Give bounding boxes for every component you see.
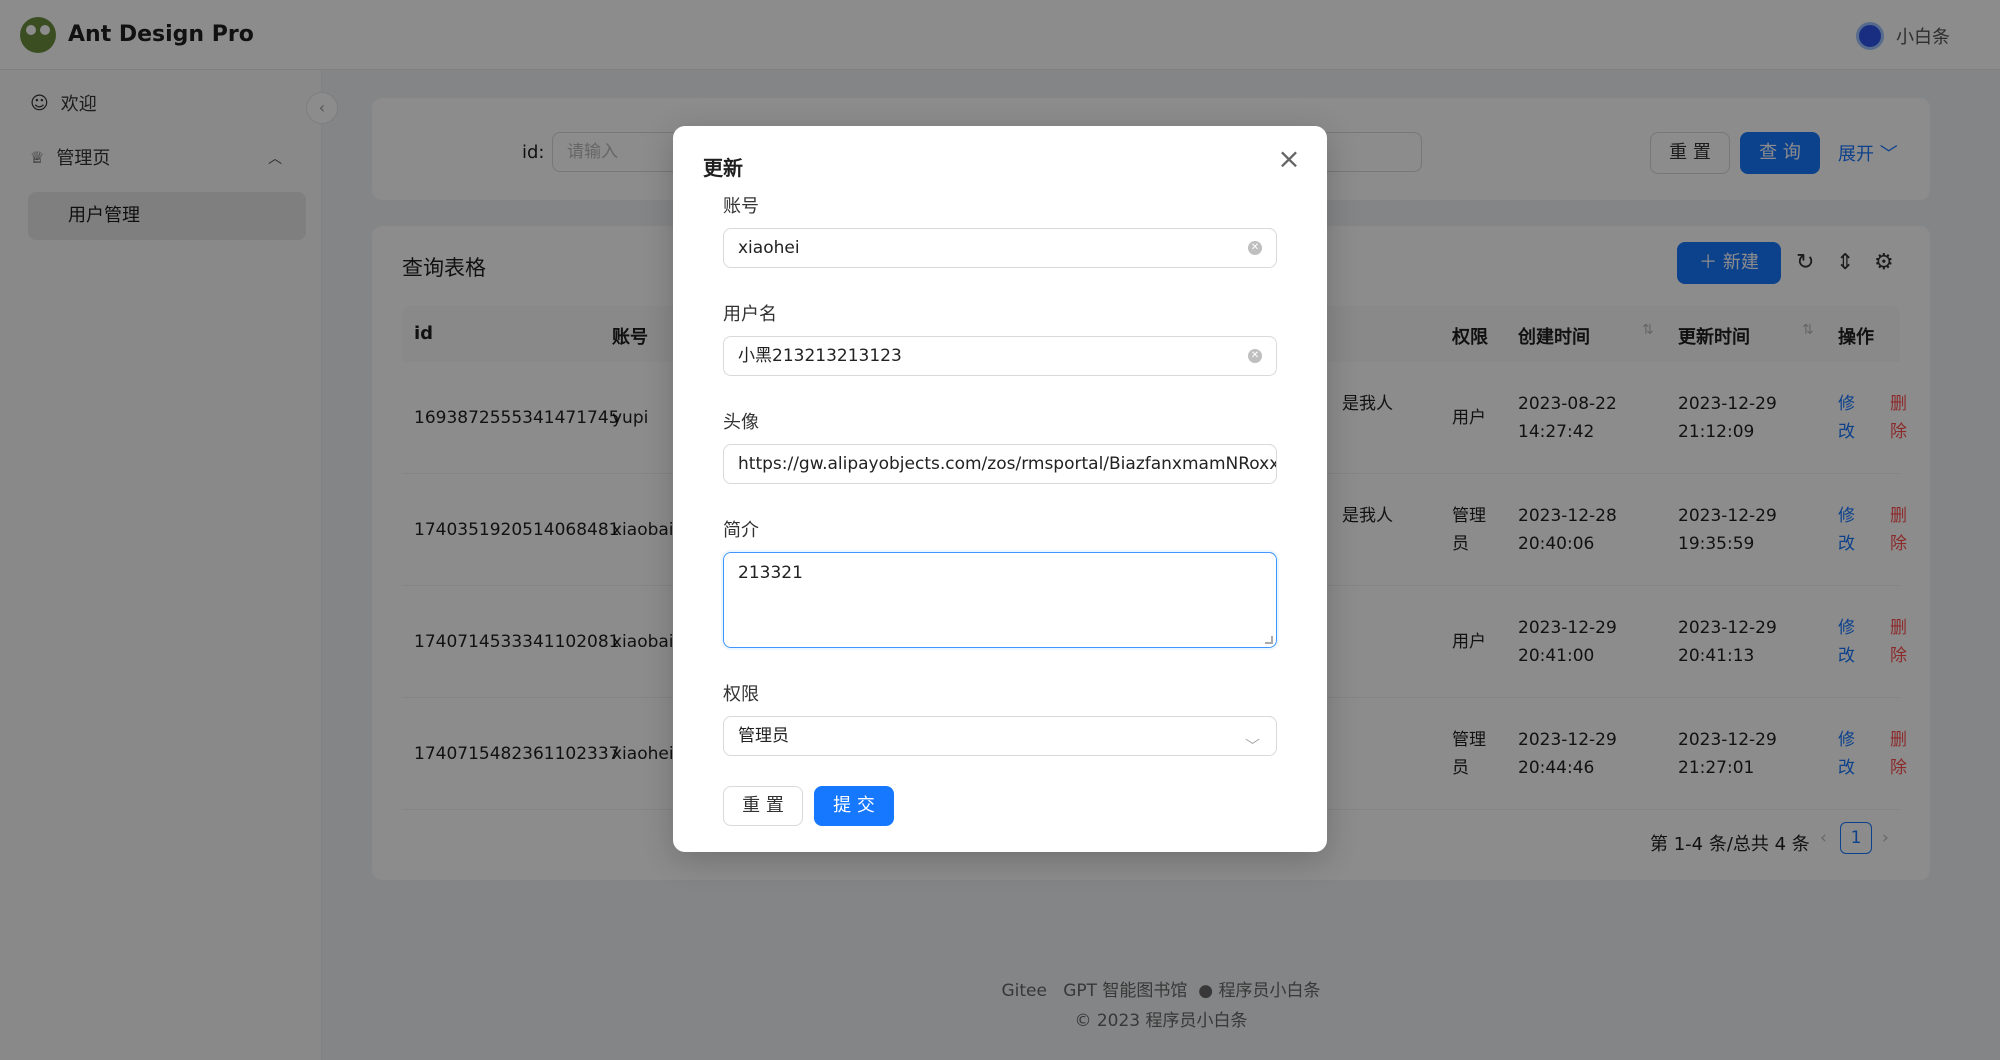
bio-textarea[interactable]: 213321 [723,552,1277,648]
username-input[interactable]: 小黑213213213123 ✕ [723,336,1277,376]
account-value: xiaohei [738,238,800,258]
close-circle-icon[interactable]: ✕ [1248,349,1262,363]
bio-label: 简介 [723,520,759,541]
username-value: 小黑213213213123 [738,346,902,366]
account-input[interactable]: xiaohei ✕ [723,228,1277,268]
close-icon[interactable]: × [1273,144,1305,176]
close-circle-icon[interactable]: ✕ [1248,241,1262,255]
role-label: 权限 [723,684,759,705]
username-label: 用户名 [723,304,777,325]
account-label: 账号 [723,196,759,217]
modal-submit-button[interactable]: 提 交 [814,786,894,826]
role-value: 管理员 [738,726,789,746]
avatar-url-input[interactable]: https://gw.alipayobjects.com/zos/rmsport… [723,444,1277,484]
update-modal: 更新 × 账号 xiaohei ✕ 用户名 小黑213213213123 ✕ 头… [673,126,1327,852]
avatar-url-value: https://gw.alipayobjects.com/zos/rmsport… [738,454,1277,474]
avatar-label: 头像 [723,412,759,433]
modal-title: 更新 [703,156,743,180]
resize-handle-icon[interactable] [1265,636,1273,644]
chevron-down-icon: ﹀ [1244,737,1260,755]
bio-value: 213321 [738,563,803,583]
role-select[interactable]: 管理员 ﹀ [723,716,1277,756]
modal-reset-button[interactable]: 重 置 [723,786,803,826]
